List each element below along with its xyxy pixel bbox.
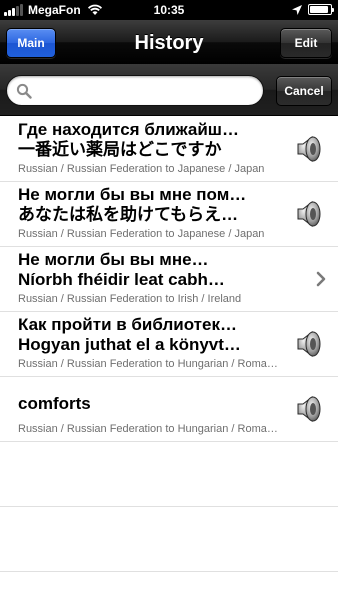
- language-pair: Russian / Russian Federation to Hungaria…: [18, 423, 278, 435]
- language-pair: Russian / Russian Federation to Japanese…: [18, 228, 265, 240]
- translated-phrase: 一番近い薬局はどこですか: [18, 140, 222, 159]
- battery-fill: [310, 6, 329, 13]
- navigation-bar: Main History Edit: [0, 20, 338, 64]
- battery-icon: [308, 4, 334, 15]
- speaker-icon[interactable]: [292, 198, 324, 230]
- history-row[interactable]: Как пройти в библиотек… Hogyan juthat el…: [0, 312, 338, 377]
- search-icon: [16, 83, 32, 99]
- source-phrase: Где находится ближайш…: [18, 120, 239, 139]
- language-pair: Russian / Russian Federation to Japanese…: [18, 163, 265, 175]
- status-bar: MegaFon 10:35: [0, 0, 338, 20]
- search-field[interactable]: [6, 75, 264, 106]
- status-right: [292, 4, 334, 15]
- search-bar: Cancel: [0, 64, 338, 116]
- history-row[interactable]: Не могли бы вы мне пом… あなたは私を助けてもらえ… Ru…: [0, 182, 338, 247]
- language-pair: Russian / Russian Federation to Irish / …: [18, 293, 242, 305]
- translated-phrase: あなたは私を助けてもらえ…: [18, 205, 239, 224]
- status-time: 10:35: [153, 3, 185, 17]
- source-phrase: Не могли бы вы мне…: [18, 250, 209, 269]
- edit-button[interactable]: Edit: [280, 28, 332, 58]
- source-phrase: Не могли бы вы мне пом…: [18, 185, 247, 204]
- translated-phrase: Níorbh fhéidir leat cabh…: [18, 270, 225, 289]
- speaker-icon[interactable]: [292, 328, 324, 360]
- language-pair: Russian / Russian Federation to Hungaria…: [18, 358, 278, 370]
- speaker-icon[interactable]: [292, 393, 324, 425]
- cancel-button[interactable]: Cancel: [276, 76, 332, 106]
- history-row[interactable]: comforts Russian / Russian Federation to…: [0, 377, 338, 442]
- speaker-icon[interactable]: [292, 133, 324, 165]
- source-phrase: comforts: [18, 394, 91, 413]
- history-list: Где находится ближайш… 一番近い薬局はどこですか Russ…: [0, 117, 338, 572]
- translated-phrase: Hogyan juthat el a könyvt…: [18, 335, 241, 354]
- empty-row: [0, 442, 338, 507]
- history-row[interactable]: Где находится ближайш… 一番近い薬局はどこですか Russ…: [0, 117, 338, 182]
- empty-row: [0, 507, 338, 572]
- chevron-right-icon[interactable]: [316, 271, 326, 287]
- source-phrase: Как пройти в библиотек…: [18, 315, 237, 334]
- location-arrow-icon: [292, 4, 302, 15]
- history-row[interactable]: Не могли бы вы мне… Níorbh fhéidir leat …: [0, 247, 338, 312]
- search-input[interactable]: [35, 81, 257, 101]
